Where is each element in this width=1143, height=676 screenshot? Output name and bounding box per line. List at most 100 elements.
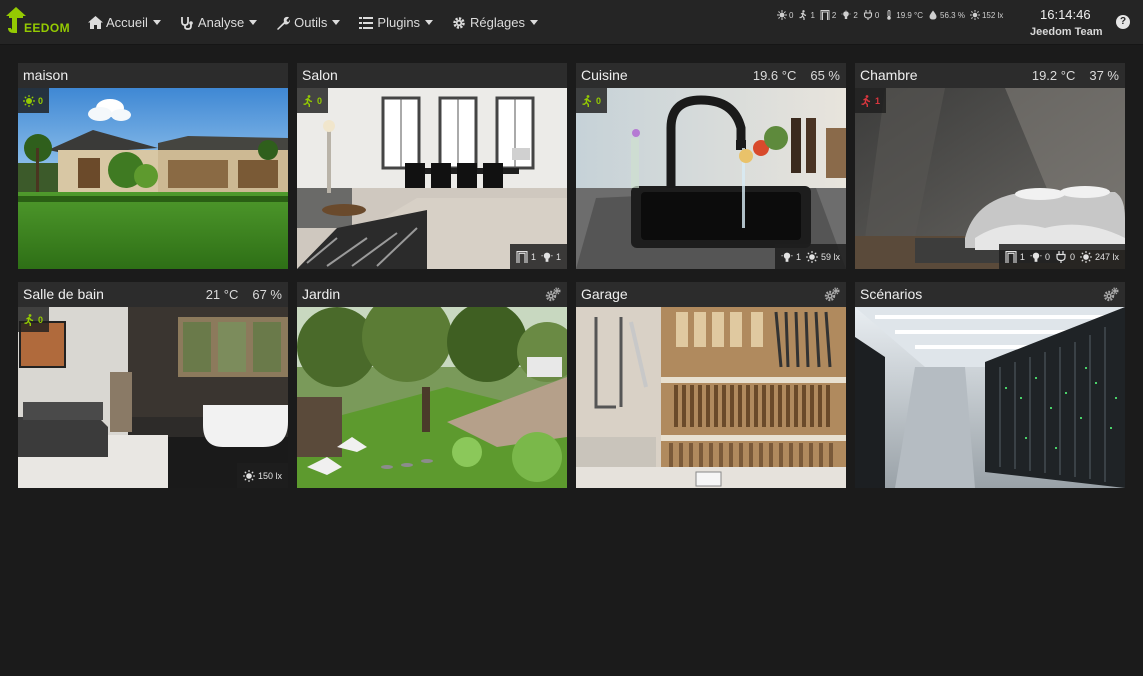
summary-plug-value: 0	[874, 10, 880, 20]
card-title[interactable]: Cuisine	[581, 67, 628, 83]
gears-icon[interactable]	[824, 287, 840, 303]
card-temperature[interactable]: 21 °C	[206, 287, 239, 302]
motion-icon	[860, 94, 872, 107]
object-card-chambre[interactable]: Chambre 19.2 °C 37 % 1 1 0 0 247 lx	[855, 63, 1125, 269]
wrench-icon	[275, 15, 291, 31]
card-humidity[interactable]: 67 %	[252, 287, 282, 302]
door-icon	[1005, 250, 1017, 263]
stethoscope-icon	[179, 15, 195, 31]
footer-light[interactable]: 1	[541, 251, 561, 263]
door-icon	[820, 10, 830, 20]
sun-icon	[805, 250, 818, 263]
sun-icon	[1079, 250, 1092, 263]
living-room-photo	[297, 88, 567, 269]
card-motion-badge[interactable]: 0	[18, 307, 50, 332]
menu-plugins-label: Plugins	[377, 15, 421, 30]
gears-icon[interactable]	[545, 287, 561, 303]
light-icon	[777, 10, 787, 20]
card-title[interactable]: Scénarios	[860, 286, 922, 302]
help-icon[interactable]: ?	[1116, 15, 1130, 29]
card-humidity[interactable]: 65 %	[810, 68, 840, 83]
jeedom-logo[interactable]: EEDOM	[4, 4, 72, 40]
card-metrics: 19.6 °C 65 %	[739, 68, 840, 83]
chevron-down-icon	[332, 20, 341, 25]
lightbulb-icon	[541, 251, 553, 263]
summary-motion[interactable]: 1	[798, 10, 815, 20]
menu-accueil-label: Accueil	[106, 15, 148, 30]
chevron-down-icon	[152, 20, 161, 25]
card-humidity[interactable]: 37 %	[1089, 68, 1119, 83]
footer-door[interactable]: 1	[516, 250, 536, 263]
chevron-down-icon	[249, 20, 258, 25]
object-card-scenarios[interactable]: Scénarios	[855, 282, 1125, 488]
card-temperature[interactable]: 19.2 °C	[1032, 68, 1076, 83]
footer-luminosity-value: 247 lx	[1094, 251, 1119, 262]
object-card-maison[interactable]: maison 0	[18, 63, 288, 269]
card-title[interactable]: Jardin	[302, 286, 340, 302]
summary-temperature[interactable]: 19.9 °C	[884, 10, 923, 20]
card-header: Jardin	[297, 282, 567, 307]
badge-value: 1	[875, 95, 881, 106]
card-motion-badge[interactable]: 0	[297, 88, 329, 113]
object-card-cuisine[interactable]: Cuisine 19.6 °C 65 % 0 1 59 lx	[576, 63, 846, 269]
card-motion-badge[interactable]: 1	[855, 88, 887, 113]
card-footer-summary: 1 1	[509, 244, 567, 269]
menu-outils-label: Outils	[294, 15, 328, 30]
summary-luminosity[interactable]: 152 lx	[969, 10, 1003, 20]
menu-outils[interactable]: Outils	[266, 0, 349, 45]
card-title[interactable]: Garage	[581, 286, 628, 302]
card-header: Scénarios	[855, 282, 1125, 307]
object-card-salon[interactable]: Salon 0 1 1	[297, 63, 567, 269]
gears-icon[interactable]	[1103, 287, 1119, 303]
gear-icon	[451, 15, 467, 31]
footer-luminosity[interactable]: 150 lx	[242, 469, 282, 482]
top-navbar: EEDOM Accueil Analyse Outils Plugins Rég…	[0, 0, 1143, 45]
summary-door[interactable]: 2	[820, 10, 836, 20]
footer-luminosity[interactable]: 247 lx	[1079, 250, 1119, 263]
thermometer-icon	[884, 10, 894, 20]
menu-plugins[interactable]: Plugins	[349, 0, 442, 45]
motion-icon	[23, 313, 35, 326]
object-card-jardin[interactable]: Jardin	[297, 282, 567, 488]
motion-icon	[302, 94, 314, 107]
chevron-down-icon	[425, 20, 434, 25]
object-card-salle-de-bain[interactable]: Salle de bain 21 °C 67 % 0 150 lx	[18, 282, 288, 488]
summary-light[interactable]: 0	[777, 10, 793, 20]
footer-luminosity-value: 150 lx	[257, 470, 282, 481]
footer-door[interactable]: 1	[1005, 250, 1025, 263]
card-footer-summary: 1 59 lx	[774, 244, 846, 269]
footer-light[interactable]: 1	[781, 251, 801, 263]
logo-text: EEDOM	[24, 21, 71, 35]
card-temperature[interactable]: 19.6 °C	[753, 68, 797, 83]
card-light-badge[interactable]: 0	[18, 88, 50, 113]
card-title[interactable]: Salon	[302, 67, 338, 83]
footer-light-value: 1	[555, 251, 561, 262]
footer-luminosity[interactable]: 59 lx	[805, 250, 840, 263]
card-title[interactable]: Chambre	[860, 67, 918, 83]
footer-light-value: 0	[1044, 251, 1050, 262]
bedroom-photo	[855, 88, 1125, 269]
footer-light-value: 1	[795, 251, 801, 262]
summary-door-value: 2	[831, 10, 837, 20]
card-motion-badge[interactable]: 0	[576, 88, 608, 113]
light-icon	[23, 94, 35, 107]
list-icon	[358, 15, 374, 31]
card-title[interactable]: Salle de bain	[23, 286, 104, 302]
global-summary: 0 1 2 2 0 19.9 °C 56.3 % 152 lx	[777, 8, 1008, 22]
summary-humidity[interactable]: 56.3 %	[928, 10, 965, 20]
sun-icon	[242, 469, 255, 482]
menu-reglages[interactable]: Réglages	[442, 0, 547, 45]
object-card-garage[interactable]: Garage	[576, 282, 846, 488]
plug-icon	[863, 10, 873, 20]
footer-light[interactable]: 0	[1030, 251, 1050, 263]
card-header: Salle de bain 21 °C 67 %	[18, 282, 288, 307]
card-title[interactable]: maison	[23, 67, 68, 83]
menu-accueil[interactable]: Accueil	[78, 0, 170, 45]
summary-plug[interactable]: 0	[863, 10, 879, 20]
user-name[interactable]: Jeedom Team	[1030, 26, 1103, 38]
card-header: Salon	[297, 63, 567, 88]
summary-outlet-light[interactable]: 2	[841, 10, 858, 20]
menu-analyse[interactable]: Analyse	[170, 0, 266, 45]
footer-plug[interactable]: 0	[1055, 250, 1075, 263]
sun-icon	[969, 10, 980, 20]
